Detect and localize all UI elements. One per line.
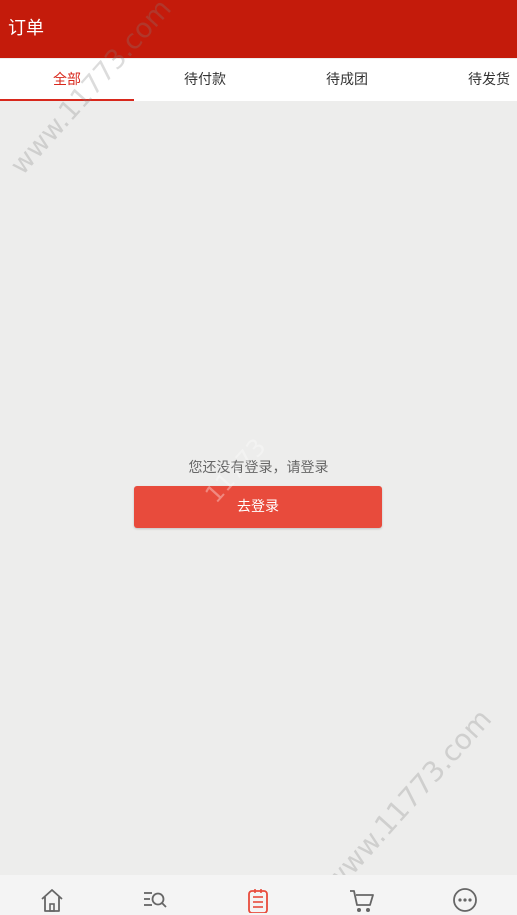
watermark-bottom: www.11773.com [317,702,499,898]
order-list-icon [248,889,268,913]
tab-pending-group[interactable]: 待成团 [280,59,414,101]
cart-icon [350,890,374,912]
bottom-navigation [0,875,517,915]
nav-orders[interactable] [206,875,309,915]
order-tabs: 全部 待付款 待成团 待发货 [0,58,517,101]
more-icon [453,888,477,912]
tab-all[interactable]: 全部 [0,59,134,101]
category-search-icon [144,892,167,908]
login-button[interactable]: 去登录 [134,486,382,528]
top-header: 订单 [0,0,517,58]
active-tab-indicator [0,99,134,101]
login-prompt-text: 您还没有登录，请登录 [188,460,329,476]
nav-home[interactable] [0,875,103,915]
tab-pending-payment[interactable]: 待付款 [138,59,272,101]
tab-pending-shipment[interactable]: 待发货 [422,59,517,101]
page-title: 订单 [8,18,44,39]
nav-category[interactable] [103,875,206,915]
nav-more[interactable] [413,875,516,915]
home-icon [41,889,63,912]
nav-cart[interactable] [310,875,413,915]
